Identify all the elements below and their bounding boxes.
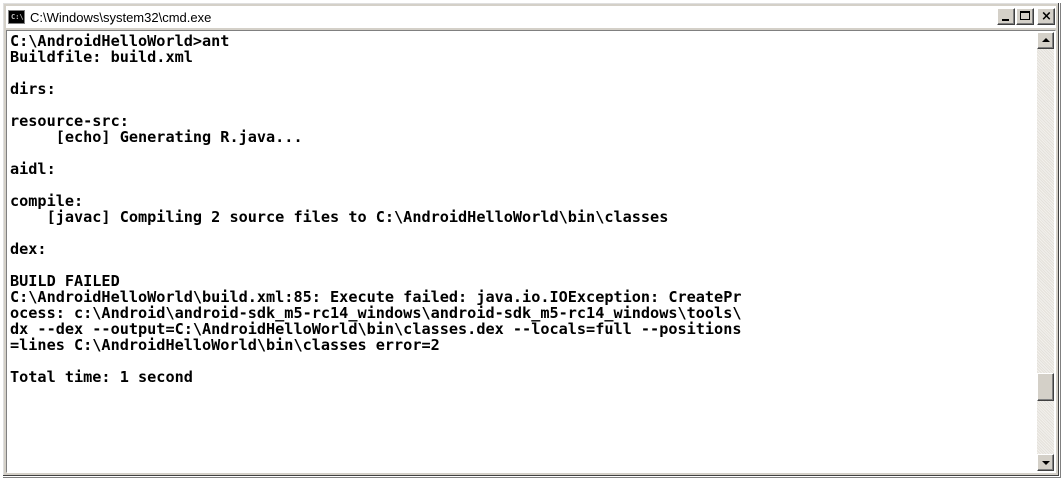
console-line: ocess: c:\Android\android-sdk_m5-rc14_wi…	[10, 304, 742, 322]
vertical-scrollbar[interactable]	[1037, 32, 1054, 471]
maximize-icon	[1020, 11, 1030, 20]
console-line: Buildfile: build.xml	[10, 48, 193, 66]
console-line: dx --dex --output=C:\AndroidHelloWorld\b…	[10, 320, 742, 338]
caption-buttons: ×	[996, 8, 1055, 25]
scrollbar-thumb[interactable]	[1037, 373, 1054, 402]
console-line: Total time: 1 second	[10, 368, 193, 386]
console-line: dirs:	[10, 80, 56, 98]
console-line: C:\AndroidHelloWorld>ant	[10, 32, 230, 50]
arrow-up-icon	[1042, 38, 1050, 42]
console-line: C:\AndroidHelloWorld\build.xml:85: Execu…	[10, 288, 742, 306]
close-icon: ×	[1041, 9, 1052, 24]
console-output[interactable]: C:\AndroidHelloWorld>ant Buildfile: build…	[8, 32, 1037, 471]
maximize-button[interactable]	[1016, 8, 1034, 25]
console-line: [echo] Generating R.java...	[10, 128, 303, 146]
console-line: resource-src:	[10, 112, 129, 130]
console-line: =lines C:\AndroidHelloWorld\bin\classes …	[10, 336, 440, 354]
window-title: C:\Windows\system32\cmd.exe	[30, 9, 212, 25]
minimize-icon	[1002, 19, 1009, 21]
title-bar[interactable]: C:\ C:\Windows\system32\cmd.exe ×	[6, 6, 1056, 28]
close-button[interactable]: ×	[1037, 8, 1055, 25]
scroll-down-button[interactable]	[1037, 454, 1054, 471]
arrow-down-icon	[1042, 461, 1050, 465]
console-icon-text: C:\	[11, 13, 24, 21]
minimize-button[interactable]	[997, 8, 1015, 25]
console-icon[interactable]: C:\	[8, 10, 25, 24]
console-line: BUILD FAILED	[10, 272, 120, 290]
console-window: C:\ C:\Windows\system32\cmd.exe × C:\And…	[2, 2, 1060, 477]
console-line: aidl:	[10, 160, 56, 178]
console-area: C:\AndroidHelloWorld>ant Buildfile: build…	[6, 30, 1056, 473]
console-line: dex:	[10, 240, 47, 258]
console-line: [javac] Compiling 2 source files to C:\A…	[10, 208, 669, 226]
console-line: compile:	[10, 192, 84, 210]
scroll-up-button[interactable]	[1037, 32, 1054, 49]
